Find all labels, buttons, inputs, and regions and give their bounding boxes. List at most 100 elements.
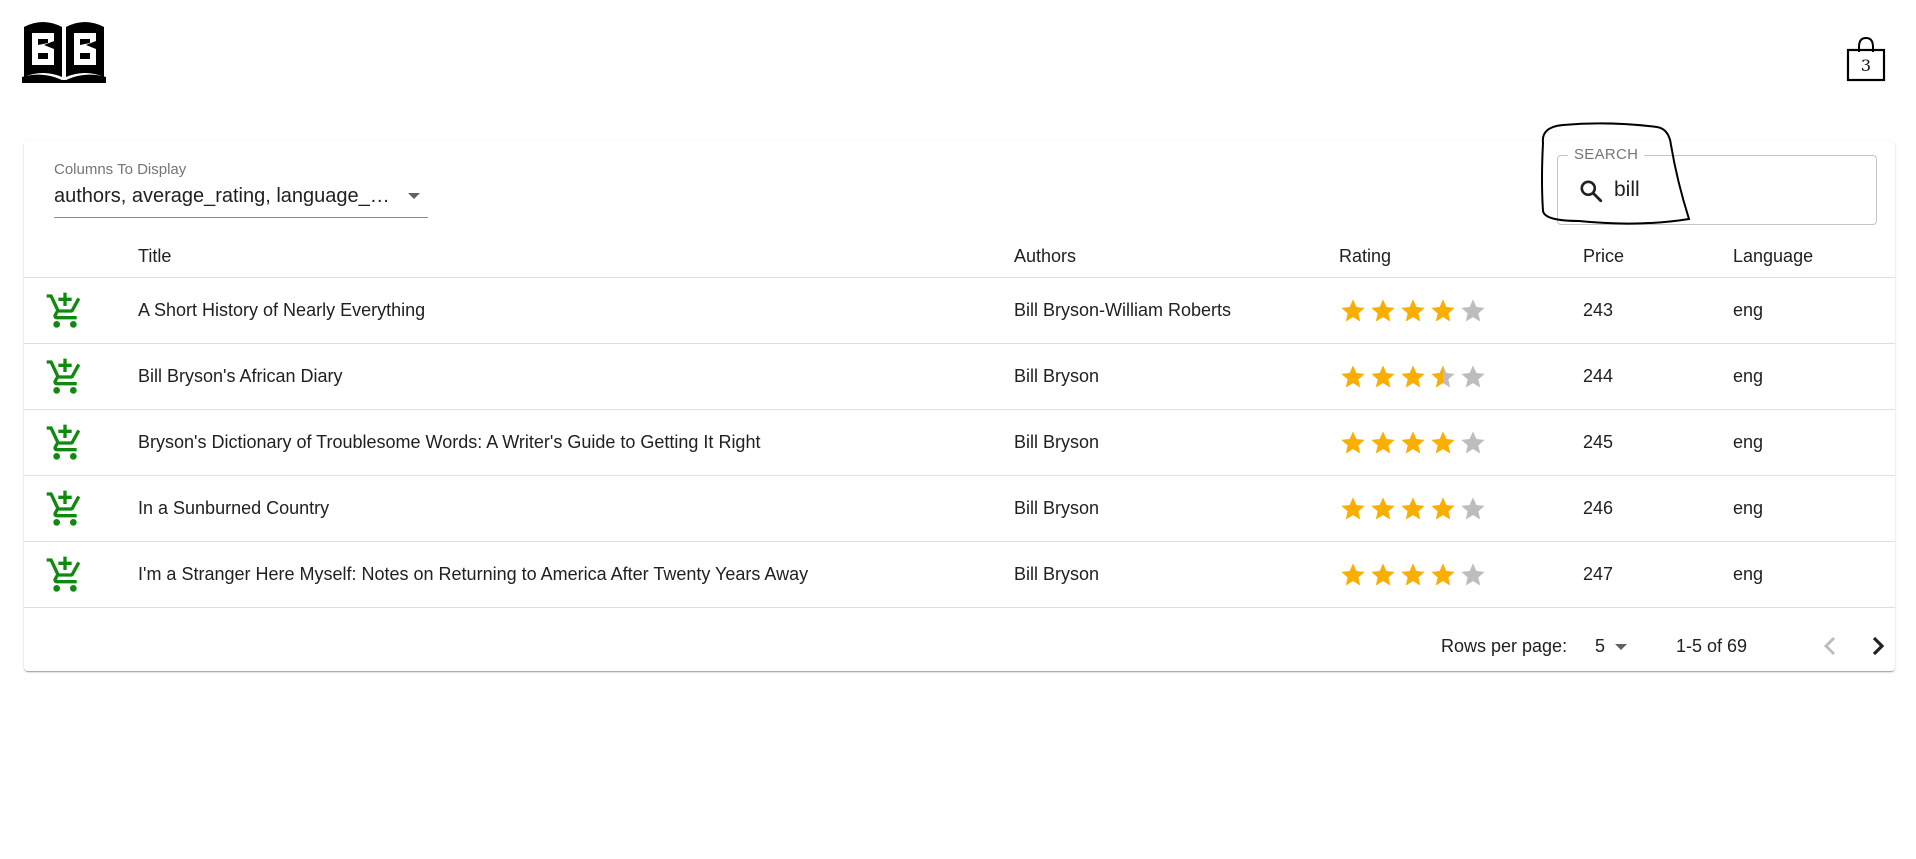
cell-authors: Bill Bryson — [1014, 343, 1339, 410]
shopping-cart-button[interactable]: 3 — [1846, 36, 1886, 82]
star-icon — [1341, 562, 1365, 585]
cell-cart — [24, 343, 138, 410]
chevron-down-icon — [1615, 644, 1627, 650]
cell-cart — [24, 409, 138, 476]
star-icon — [1461, 496, 1485, 519]
header-language[interactable]: Language — [1733, 235, 1895, 278]
table-row: Bill Bryson's African Diary Bill Bryson 24… — [24, 343, 1895, 410]
star-icon — [1371, 298, 1395, 321]
star-icon — [1431, 430, 1455, 453]
star-rating — [1339, 495, 1583, 523]
add-to-cart-button[interactable] — [45, 357, 85, 397]
search-input[interactable] — [1614, 174, 1854, 206]
star-icon — [1341, 496, 1365, 519]
cell-price: 244 — [1583, 343, 1733, 410]
cell-title: Bill Bryson's African Diary — [138, 343, 1014, 410]
star-icon — [1371, 562, 1395, 585]
books-table: Title Authors Rating Price Language A Sh… — [24, 235, 1895, 608]
pagination-range: 1-5 of 69 — [1676, 636, 1748, 656]
cell-cart — [24, 277, 138, 344]
star-rating — [1339, 429, 1583, 457]
columns-to-display-label: Columns To Display — [54, 161, 187, 178]
star-icon — [1431, 496, 1455, 519]
cell-language: eng — [1733, 541, 1895, 608]
star-icon — [1431, 364, 1455, 387]
cell-rating — [1339, 409, 1583, 476]
star-icon — [1461, 298, 1485, 321]
add-to-cart-button[interactable] — [45, 291, 85, 331]
star-icon — [1401, 430, 1425, 453]
add-shopping-cart-icon — [46, 292, 81, 328]
star-icon — [1431, 298, 1455, 321]
table-row: A Short History of Nearly Everything Bill… — [24, 277, 1895, 344]
star-icon — [1341, 430, 1365, 453]
header-title[interactable]: Title — [138, 235, 1014, 278]
cell-title: In a Sunburned Country — [138, 475, 1014, 542]
rows-per-page-value: 5 — [1595, 636, 1606, 656]
rows-per-page-label: Rows per page: — [1441, 636, 1568, 656]
add-shopping-cart-icon — [46, 556, 81, 592]
search-label: SEARCH — [1568, 146, 1645, 163]
table-row: I'm a Stranger Here Myself: Notes on Ret… — [24, 541, 1895, 608]
header-cart — [24, 235, 138, 278]
open-book-logo-icon[interactable] — [22, 17, 106, 83]
star-icon — [1401, 562, 1425, 585]
star-icon — [1401, 364, 1425, 387]
add-to-cart-button[interactable] — [45, 555, 85, 595]
columns-to-display-select[interactable]: authors, average_rating, language_code, … — [54, 183, 428, 218]
cell-authors: Bill Bryson — [1014, 475, 1339, 542]
star-icon — [1371, 430, 1395, 453]
cell-price: 245 — [1583, 409, 1733, 476]
cell-language: eng — [1733, 475, 1895, 542]
chevron-left-icon[interactable] — [1814, 630, 1846, 662]
search-icon — [1580, 180, 1603, 203]
columns-to-display-value: authors, average_rating, language_code, … — [54, 185, 399, 207]
cell-title: A Short History of Nearly Everything — [138, 277, 1014, 344]
cell-rating — [1339, 277, 1583, 344]
star-icon — [1371, 364, 1395, 387]
search-field[interactable]: SEARCH — [1557, 146, 1877, 225]
star-icon — [1401, 298, 1425, 321]
add-shopping-cart-icon — [46, 490, 81, 526]
table-row: In a Sunburned Country Bill Bryson 246 eng — [24, 475, 1895, 542]
cell-price: 243 — [1583, 277, 1733, 344]
cell-authors: Bill Bryson — [1014, 409, 1339, 476]
chevron-right-icon[interactable] — [1862, 630, 1894, 662]
cell-cart — [24, 541, 138, 608]
cell-rating — [1339, 475, 1583, 542]
star-rating — [1339, 297, 1583, 325]
cell-authors: Bill Bryson — [1014, 541, 1339, 608]
cell-title: Bryson's Dictionary of Troublesome Words… — [138, 409, 1014, 476]
cell-language: eng — [1733, 343, 1895, 410]
books-table-panel: Columns To Display authors, average_rati… — [24, 141, 1895, 671]
star-icon — [1371, 496, 1395, 519]
header-rating[interactable]: Rating — [1339, 235, 1583, 278]
star-rating — [1339, 363, 1583, 391]
cell-authors: Bill Bryson-William Roberts — [1014, 277, 1339, 344]
cell-price: 246 — [1583, 475, 1733, 542]
header-price[interactable]: Price — [1583, 235, 1733, 278]
star-icon — [1341, 298, 1365, 321]
star-icon — [1341, 364, 1365, 387]
star-rating — [1339, 561, 1583, 589]
cell-price: 247 — [1583, 541, 1733, 608]
rows-per-page-select[interactable]: 5 — [1595, 636, 1635, 660]
cell-rating — [1339, 343, 1583, 410]
star-icon — [1431, 562, 1455, 585]
star-icon — [1401, 496, 1425, 519]
table-row: Bryson's Dictionary of Troublesome Words… — [24, 409, 1895, 476]
cart-count-badge: 3 — [1860, 56, 1872, 75]
add-to-cart-button[interactable] — [45, 489, 85, 529]
add-to-cart-button[interactable] — [45, 423, 85, 463]
cell-language: eng — [1733, 277, 1895, 344]
cell-cart — [24, 475, 138, 542]
star-icon — [1461, 430, 1485, 453]
pagination: Rows per page: 5 1-5 of 69 — [24, 636, 1895, 671]
chevron-down-icon — [408, 193, 420, 199]
star-icon — [1461, 562, 1485, 585]
cell-rating — [1339, 541, 1583, 608]
star-icon — [1461, 364, 1485, 387]
add-shopping-cart-icon — [46, 358, 81, 394]
header-authors[interactable]: Authors — [1014, 235, 1339, 278]
table-header-row: Title Authors Rating Price Language — [24, 235, 1895, 278]
